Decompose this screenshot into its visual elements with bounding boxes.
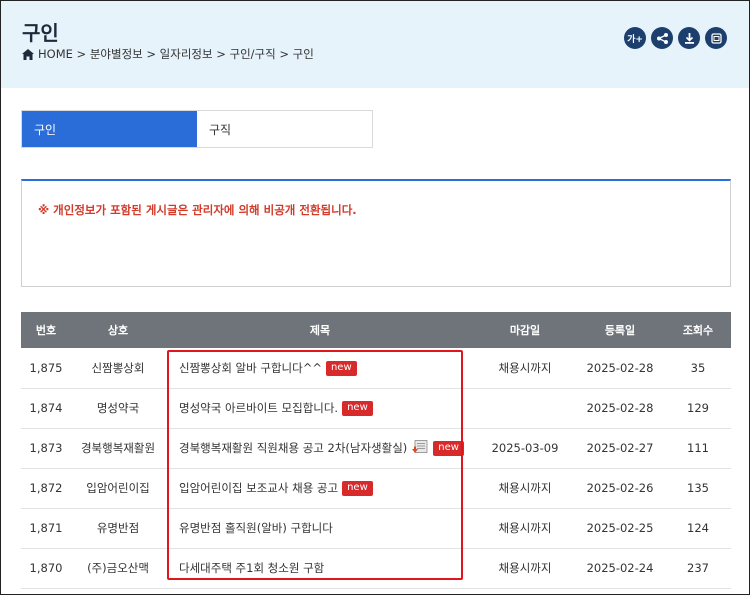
column-header-deadline: 마감일: [475, 312, 575, 348]
share-button[interactable]: [651, 27, 673, 49]
file-attachment-icon[interactable]: [411, 440, 429, 456]
share-icon: [656, 32, 668, 44]
job-list-table: 번호 상호 제목 마감일 등록일 조회수 1,875 신짬뽕상회 신짬뽕상회 알…: [21, 312, 731, 589]
row-views: 129: [665, 388, 731, 429]
new-badge: new: [433, 440, 464, 456]
row-deadline: [475, 388, 575, 429]
row-views: 35: [665, 348, 731, 389]
breadcrumb: HOME > 분야별정보 > 일자리정보 > 구인/구직 > 구인: [22, 46, 314, 62]
notice-text: ※ 개인정보가 포함된 게시글은 관리자에 의해 비공개 전환됩니다.: [38, 203, 357, 217]
row-deadline: 채용시까지: [475, 508, 575, 549]
column-header-number: 번호: [21, 312, 71, 348]
new-badge: new: [325, 360, 357, 376]
row-views: 124: [665, 508, 731, 549]
page-title: 구인: [22, 21, 59, 45]
column-header-title: 제목: [165, 312, 475, 348]
row-deadline: 채용시까지: [475, 468, 575, 509]
row-date: 2025-02-28: [575, 348, 665, 389]
row-views: 237: [665, 548, 731, 589]
table-row[interactable]: 1,873 경북행복재활원 경북행복재활원 직원채용 공고 2차(남자생활실) n…: [21, 428, 731, 469]
font-size-icon: 가+: [627, 34, 643, 45]
download-button[interactable]: [678, 27, 700, 49]
column-header-company: 상호: [71, 312, 165, 348]
tab-job-offer[interactable]: 구인: [22, 111, 197, 147]
row-title-link[interactable]: 입암어린이집 보조교사 채용 공고: [179, 481, 338, 495]
row-company: 유명반점: [71, 508, 165, 549]
new-badge: new: [342, 481, 373, 496]
job-tabs: 구인 구직: [21, 110, 373, 148]
table-row[interactable]: 1,874 명성약국 명성약국 아르바이트 모집합니다. new 2025-02-…: [21, 388, 731, 429]
row-title-link[interactable]: 명성약국 아르바이트 모집합니다.: [179, 401, 338, 415]
column-header-date: 등록일: [575, 312, 665, 348]
row-title-link[interactable]: 신짬뽕상회 알바 구합니다^^: [179, 361, 322, 375]
column-header-views: 조회수: [665, 312, 731, 348]
row-number: 1,875: [21, 348, 71, 389]
row-number: 1,872: [21, 468, 71, 509]
tool-buttons: 가+: [624, 27, 727, 49]
row-title-link[interactable]: 경북행복재활원 직원채용 공고 2차(남자생활실): [179, 441, 407, 455]
notice-box: ※ 개인정보가 포함된 게시글은 관리자에 의해 비공개 전환됩니다.: [21, 179, 731, 287]
row-company: 경북행복재활원: [71, 428, 165, 469]
row-number: 1,871: [21, 508, 71, 549]
row-views: 111: [665, 428, 731, 469]
row-title-link[interactable]: 다세대주택 주1회 청소원 구함: [179, 561, 324, 575]
row-title-cell: 신짬뽕상회 알바 구합니다^^ new: [165, 348, 475, 389]
breadcrumb-text[interactable]: HOME > 분야별정보 > 일자리정보 > 구인/구직 > 구인: [38, 46, 314, 62]
row-deadline: 채용시까지: [475, 548, 575, 589]
row-number: 1,870: [21, 548, 71, 589]
new-badge: new: [342, 401, 373, 416]
row-title-link[interactable]: 유명반점 홀직원(알바) 구합니다: [179, 521, 333, 535]
font-size-button[interactable]: 가+: [624, 27, 646, 49]
row-date: 2025-02-27: [575, 428, 665, 469]
print-button[interactable]: [705, 27, 727, 49]
table-row[interactable]: 1,870 (주)금오산맥 다세대주택 주1회 청소원 구함 채용시까지 202…: [21, 548, 731, 589]
table-header-row: 번호 상호 제목 마감일 등록일 조회수: [21, 312, 731, 348]
row-deadline: 2025-03-09: [475, 428, 575, 469]
row-title-cell: 경북행복재활원 직원채용 공고 2차(남자생활실) new: [165, 428, 475, 469]
tab-job-seek[interactable]: 구직: [197, 111, 372, 147]
row-title-cell: 명성약국 아르바이트 모집합니다. new: [165, 388, 475, 429]
table-row[interactable]: 1,871 유명반점 유명반점 홀직원(알바) 구합니다 채용시까지 2025-…: [21, 508, 731, 549]
row-company: (주)금오산맥: [71, 548, 165, 589]
download-icon: [684, 32, 694, 44]
row-title-cell: 유명반점 홀직원(알바) 구합니다: [165, 508, 475, 549]
row-date: 2025-02-26: [575, 468, 665, 509]
table-row[interactable]: 1,872 입암어린이집 입암어린이집 보조교사 채용 공고 new 채용시까지 …: [21, 468, 731, 509]
table-row[interactable]: 1,875 신짬뽕상회 신짬뽕상회 알바 구합니다^^ new 채용시까지 202…: [21, 348, 731, 389]
print-icon: [710, 32, 722, 44]
row-company: 신짬뽕상회: [71, 348, 165, 389]
row-views: 135: [665, 468, 731, 509]
row-company: 입암어린이집: [71, 468, 165, 509]
row-title-cell: 입암어린이집 보조교사 채용 공고 new: [165, 468, 475, 509]
home-icon: [22, 48, 34, 60]
row-date: 2025-02-24: [575, 548, 665, 589]
row-title-cell: 다세대주택 주1회 청소원 구함: [165, 548, 475, 589]
row-number: 1,873: [21, 428, 71, 469]
row-date: 2025-02-28: [575, 388, 665, 429]
page-header: 구인 HOME > 분야별정보 > 일자리정보 > 구인/구직 > 구인 가+: [1, 1, 749, 88]
row-number: 1,874: [21, 388, 71, 429]
row-date: 2025-02-25: [575, 508, 665, 549]
row-company: 명성약국: [71, 388, 165, 429]
row-deadline: 채용시까지: [475, 348, 575, 389]
